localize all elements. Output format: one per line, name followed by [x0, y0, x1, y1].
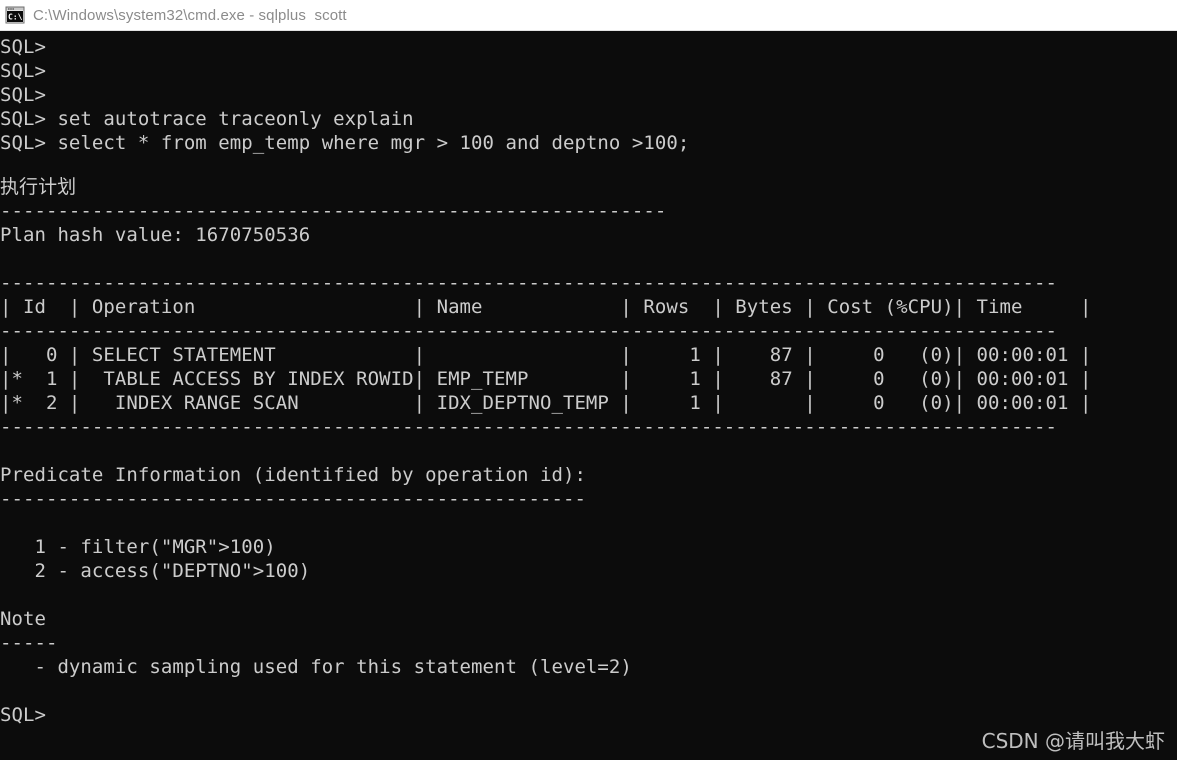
terminal-line: SQL> [0, 60, 46, 82]
svg-text:C:\: C:\ [8, 13, 23, 22]
separator-line: ----------------------------------------… [0, 488, 586, 510]
terminal-line: SQL> [0, 84, 46, 106]
plan-heading: 执行计划 [0, 176, 77, 198]
note-item: - dynamic sampling used for this stateme… [0, 656, 632, 678]
console-output[interactable]: SQL> SQL> SQL> SQL> set autotrace traceo… [0, 31, 1177, 760]
plan-table-header: | Id | Operation | Name | Rows | Bytes |… [0, 296, 1092, 318]
plan-table-header-border: ----------------------------------------… [0, 320, 1057, 342]
csdn-watermark: CSDN @请叫我大虾 [981, 729, 1165, 753]
plan-table-row: |* 1 | TABLE ACCESS BY INDEX ROWID| EMP_… [0, 368, 1092, 390]
plan-hash-value: Plan hash value: 1670750536 [0, 224, 311, 246]
predicate-item: 2 - access("DEPTNO">100) [0, 560, 311, 582]
predicate-heading: Predicate Information (identified by ope… [0, 464, 586, 486]
note-heading: Note [0, 608, 46, 630]
terminal-line-command: SQL> set autotrace traceonly explain [0, 108, 414, 130]
cmd-console-icon: C:\ [5, 5, 25, 25]
cmd-console-window: C:\ C:\Windows\system32\cmd.exe - sqlplu… [0, 0, 1177, 760]
separator-line: ----------------------------------------… [0, 200, 667, 222]
terminal-line: SQL> [0, 36, 46, 58]
predicate-item: 1 - filter("MGR">100) [0, 536, 276, 558]
separator-line: ----- [0, 632, 58, 654]
plan-table-row: | 0 | SELECT STATEMENT | | 1 | 87 | 0 (0… [0, 344, 1092, 366]
terminal-prompt[interactable]: SQL> [0, 703, 46, 727]
plan-table-row: |* 2 | INDEX RANGE SCAN | IDX_DEPTNO_TEM… [0, 392, 1092, 414]
plan-table-top-border: ----------------------------------------… [0, 272, 1057, 294]
plan-table-bottom-border: ----------------------------------------… [0, 416, 1057, 438]
window-title: C:\Windows\system32\cmd.exe - sqlplus sc… [33, 6, 347, 24]
terminal-line-command: SQL> select * from emp_temp where mgr > … [0, 132, 690, 154]
title-bar: C:\ C:\Windows\system32\cmd.exe - sqlplu… [0, 0, 1177, 31]
